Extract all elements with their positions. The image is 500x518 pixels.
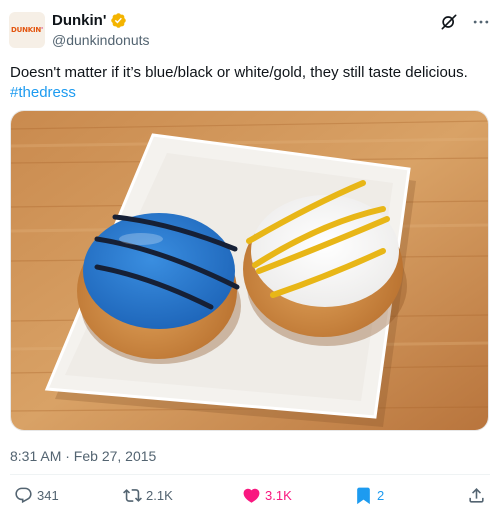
reply-button[interactable]: 341	[14, 486, 59, 505]
repost-icon	[123, 489, 142, 502]
bookmark-count: 2	[377, 488, 385, 503]
photo-illustration	[11, 111, 488, 430]
bookmark-button[interactable]: 2	[354, 486, 384, 505]
bookmark-icon	[357, 487, 370, 505]
share-button[interactable]	[467, 486, 486, 505]
verified-badge-icon[interactable]	[110, 12, 127, 29]
repost-count: 2.1K	[146, 488, 173, 503]
heart-icon	[243, 488, 260, 503]
reply-count: 341	[37, 488, 59, 503]
grok-icon[interactable]	[439, 12, 459, 32]
repost-button[interactable]: 2.1K	[123, 486, 173, 505]
tweet-card: DUNKIN' Dunkin' @dunkindonuts Doesn't ma…	[0, 0, 500, 518]
like-count: 3.1K	[265, 488, 292, 503]
tweet-body: Doesn't matter if it’s blue/black or whi…	[10, 64, 468, 81]
top-actions	[439, 12, 491, 32]
tweet-timestamp[interactable]: 8:31 AM · Feb 27, 2015	[10, 448, 156, 464]
display-name[interactable]: Dunkin'	[52, 12, 106, 29]
tweet-photo[interactable]	[10, 110, 489, 431]
divider	[10, 474, 490, 475]
tweet-text: Doesn't matter if it’s blue/black or whi…	[10, 63, 490, 103]
share-icon	[469, 488, 484, 503]
hashtag-link[interactable]: #thedress	[10, 84, 76, 101]
author-handle[interactable]: @dunkindonuts	[52, 32, 150, 48]
more-icon[interactable]	[471, 12, 491, 32]
avatar[interactable]: DUNKIN'	[9, 12, 45, 48]
author-name-row: Dunkin'	[52, 12, 127, 29]
avatar-logo: DUNKIN'	[11, 26, 43, 34]
reply-icon	[15, 487, 32, 504]
like-button[interactable]: 3.1K	[242, 486, 292, 505]
engagement-bar: 341 2.1K 3.1K 2	[10, 486, 490, 508]
